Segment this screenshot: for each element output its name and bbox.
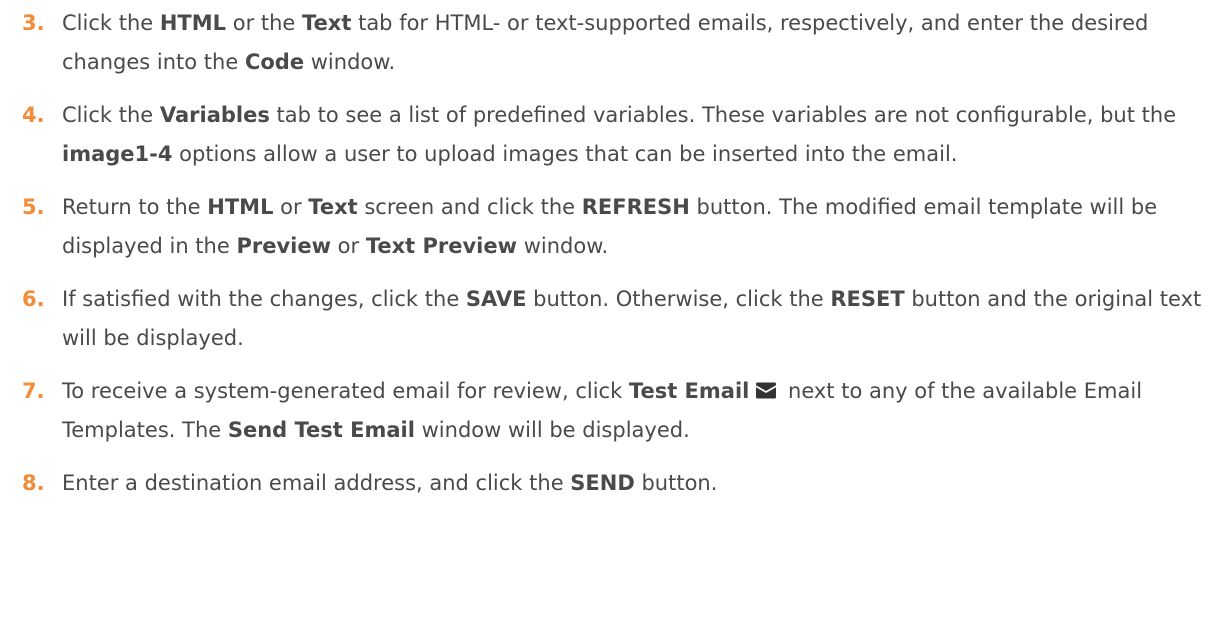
ui-term: Send Test Email (227, 418, 415, 442)
step-text: To receive a system-generated email for … (62, 379, 629, 403)
ui-term: RESET (830, 287, 905, 311)
step-text: Return to the (62, 195, 208, 219)
instruction-step: 7. To receive a system-generated email fo… (0, 372, 1226, 450)
instruction-steps: 3. Click the HTML or the Text tab for HTM… (0, 0, 1226, 503)
instruction-step: 3. Click the HTML or the Text tab for HTM… (0, 4, 1226, 82)
step-text: or (273, 195, 309, 219)
step-text: Enter a destination email address, and c… (62, 471, 571, 495)
step-text: options allow a user to upload images th… (172, 142, 958, 166)
step-text: window. (304, 50, 396, 74)
step-text: Click the (62, 103, 160, 127)
step-text: If satisfied with the changes, click the (62, 287, 466, 311)
ui-term: REFRESH (581, 195, 690, 219)
step-number: 5. (22, 195, 45, 219)
step-number: 7. (22, 379, 45, 403)
step-text: button. (634, 471, 718, 495)
envelope-icon (756, 382, 777, 399)
ui-term: Code (244, 50, 305, 74)
step-text: screen and click the (357, 195, 582, 219)
step-number: 4. (22, 103, 45, 127)
ui-term: image1-4 (62, 142, 173, 166)
ui-term: SEND (570, 471, 635, 495)
ui-term: SAVE (465, 287, 527, 311)
step-text: tab to see a list of predefined variable… (269, 103, 1177, 127)
step-number: 8. (22, 471, 45, 495)
instruction-step: 8. Enter a destination email address, and… (0, 464, 1226, 503)
step-text: window. (517, 234, 609, 258)
instruction-step: 5. Return to the HTML or Text screen and … (0, 188, 1226, 266)
step-text: Click the (62, 11, 160, 35)
step-text: or the (226, 11, 303, 35)
step-number: 3. (22, 11, 45, 35)
ui-term: Text (308, 195, 358, 219)
step-text: window will be displayed. (414, 418, 690, 442)
step-text: or (330, 234, 366, 258)
instruction-step: 6. If satisfied with the changes, click t… (0, 280, 1226, 358)
ui-term: HTML (159, 11, 227, 35)
step-text: button. Otherwise, click the (526, 287, 831, 311)
ui-term: Text Preview (365, 234, 518, 258)
ui-term: Text (302, 11, 352, 35)
ui-term: HTML (207, 195, 274, 219)
step-number: 6. (22, 287, 45, 311)
ui-term: Variables (159, 103, 270, 127)
ui-term: Test Email (628, 379, 750, 403)
instruction-step: 4. Click the Variables tab to see a list … (0, 96, 1226, 174)
ui-term: Preview (236, 234, 331, 258)
